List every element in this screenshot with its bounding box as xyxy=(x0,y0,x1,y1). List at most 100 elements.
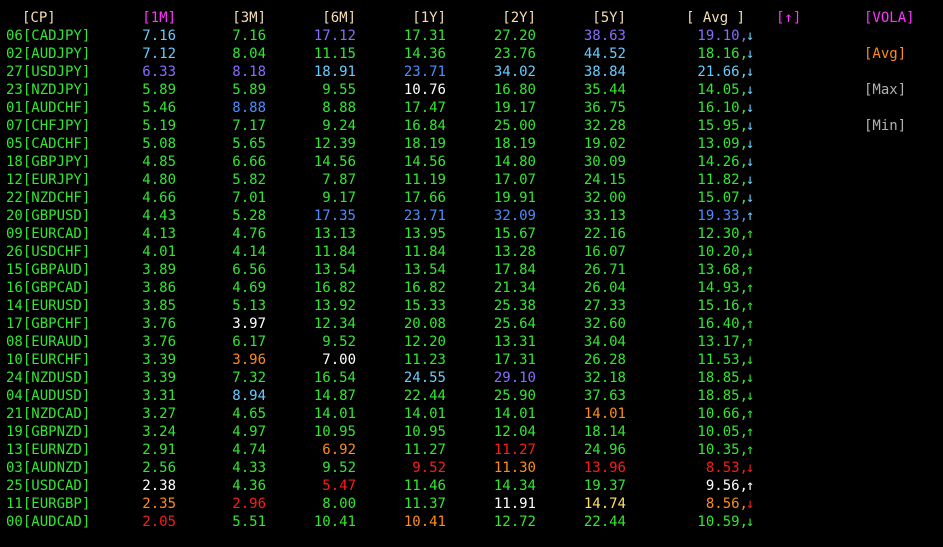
currency-pair: 16[GBPCAD] xyxy=(6,280,91,296)
trend-arrow-icon: ↓ xyxy=(746,82,755,98)
value-2y: 12.04 xyxy=(493,424,536,440)
sort-by-max-button[interactable]: [Max] xyxy=(864,81,936,99)
header-1y[interactable]: [1Y] xyxy=(360,9,446,27)
value-5y: 22.44 xyxy=(583,514,626,530)
value-6m: 11.84 xyxy=(313,244,356,260)
value-3m: 3.96 xyxy=(232,352,266,368)
value-1m: 6.33 xyxy=(142,64,176,80)
value-3m: 4.36 xyxy=(232,478,266,494)
table-row: 23[NZDJPY] 5.89 5.89 9.55 10.76 16.80 35.44 14.… xyxy=(0,81,943,99)
currency-pair: 26[USDCHF] xyxy=(6,244,91,260)
value-3m: 7.32 xyxy=(232,370,266,386)
value-3m: 5.13 xyxy=(232,298,266,314)
value-5y: 32.00 xyxy=(583,190,626,206)
value-2y: 25.38 xyxy=(493,298,536,314)
value-6m: 14.01 xyxy=(313,406,356,422)
value-1y: 10.95 xyxy=(403,424,446,440)
value-2y: 11.27 xyxy=(493,442,536,458)
table-row: 09[EURCAD] 4.13 4.76 13.13 13.95 15.67 22.16 12… xyxy=(0,225,943,243)
value-1m: 2.91 xyxy=(142,442,176,458)
sort-order-toggle[interactable]: [↑] xyxy=(776,9,812,27)
value-2y: 27.20 xyxy=(493,28,536,44)
header-cp[interactable]: [CP] xyxy=(6,9,90,27)
trend-arrow-icon: ↓ xyxy=(746,496,755,512)
value-avg: 13.68, xyxy=(697,262,748,278)
value-2y: 25.00 xyxy=(493,118,536,134)
header-2y[interactable]: [2Y] xyxy=(450,9,536,27)
value-1y: 14.01 xyxy=(403,406,446,422)
value-6m: 17.12 xyxy=(313,28,356,44)
sort-by-min-button[interactable]: [Min] xyxy=(864,117,936,135)
value-avg: 14.05, xyxy=(697,82,748,98)
header-5y[interactable]: [5Y] xyxy=(540,9,626,27)
value-6m: 7.87 xyxy=(322,172,356,188)
value-1m: 4.13 xyxy=(142,226,176,242)
value-1m: 5.89 xyxy=(142,82,176,98)
header-6m[interactable]: [6M] xyxy=(270,9,356,27)
value-2y: 32.09 xyxy=(493,208,536,224)
value-5y: 14.01 xyxy=(583,406,626,422)
value-2y: 17.07 xyxy=(493,172,536,188)
value-1m: 2.38 xyxy=(142,478,176,494)
value-1y: 17.47 xyxy=(403,100,446,116)
value-2y: 23.76 xyxy=(493,46,536,62)
value-3m: 4.14 xyxy=(232,244,266,260)
trend-arrow-icon: ↑ xyxy=(746,316,755,332)
currency-pair: 01[AUDCHF] xyxy=(6,100,91,116)
value-5y: 38.84 xyxy=(583,64,626,80)
value-5y: 24.15 xyxy=(583,172,626,188)
currency-pair: 11[EURGBP] xyxy=(6,496,91,512)
value-2y: 14.80 xyxy=(493,154,536,170)
trend-arrow-icon: ↓ xyxy=(746,370,755,386)
trend-arrow-icon: ↑ xyxy=(746,406,755,422)
currency-pair: 23[NZDJPY] xyxy=(6,82,91,98)
value-5y: 26.28 xyxy=(583,352,626,368)
table-row: 01[AUDCHF] 5.46 8.88 8.88 17.47 19.17 36.75 16.… xyxy=(0,99,943,117)
value-avg: 16.10, xyxy=(697,100,748,116)
value-avg: 10.66, xyxy=(697,406,748,422)
value-1y: 14.36 xyxy=(403,46,446,62)
value-3m: 8.04 xyxy=(232,46,266,62)
table-row: 10[EURCHF] 3.39 3.96 7.00 11.23 17.31 26.28 11.… xyxy=(0,351,943,369)
value-6m: 13.92 xyxy=(313,298,356,314)
value-avg: 12.30, xyxy=(697,226,748,242)
value-6m: 13.54 xyxy=(313,262,356,278)
value-1y: 11.23 xyxy=(403,352,446,368)
value-1y: 17.31 xyxy=(403,28,446,44)
value-1m: 3.39 xyxy=(142,352,176,368)
value-1m: 2.05 xyxy=(142,514,176,530)
sort-by-avg-button[interactable]: [Avg] xyxy=(864,45,936,63)
header-avg[interactable]: [ Avg ] xyxy=(686,9,746,27)
table-row: 24[NZDUSD] 3.39 7.32 16.54 24.55 29.10 32.18 18… xyxy=(0,369,943,387)
value-3m: 5.28 xyxy=(232,208,266,224)
currency-pair: 17[GBPCHF] xyxy=(6,316,91,332)
value-5y: 35.44 xyxy=(583,82,626,98)
value-avg: 9.56, xyxy=(705,478,748,494)
value-6m: 16.54 xyxy=(313,370,356,386)
value-6m: 13.13 xyxy=(313,226,356,242)
value-3m: 5.51 xyxy=(232,514,266,530)
value-6m: 9.24 xyxy=(322,118,356,134)
value-3m: 4.74 xyxy=(232,442,266,458)
value-1m: 3.76 xyxy=(142,334,176,350)
value-1y: 9.52 xyxy=(412,460,446,476)
currency-pair: 15[GBPAUD] xyxy=(6,262,91,278)
vola-mode-button[interactable]: [VOLA] xyxy=(864,9,936,27)
header-3m[interactable]: [3M] xyxy=(180,9,266,27)
value-1y: 17.66 xyxy=(403,190,446,206)
value-3m: 8.88 xyxy=(232,100,266,116)
header-1m[interactable]: [1M] xyxy=(90,9,176,27)
table-row: 15[GBPAUD] 3.89 6.56 13.54 13.54 17.84 26.71 13… xyxy=(0,261,943,279)
currency-pair: 13[EURNZD] xyxy=(6,442,91,458)
table-row: 14[EURUSD] 3.85 5.13 13.92 15.33 25.38 27.33 15… xyxy=(0,297,943,315)
value-3m: 2.96 xyxy=(232,496,266,512)
currency-pair: 06[CADJPY] xyxy=(6,28,91,44)
trend-arrow-icon: ↓ xyxy=(746,64,755,80)
value-1m: 5.19 xyxy=(142,118,176,134)
value-1y: 10.76 xyxy=(403,82,446,98)
value-2y: 13.31 xyxy=(493,334,536,350)
value-1m: 7.12 xyxy=(142,46,176,62)
value-3m: 6.17 xyxy=(232,334,266,350)
value-6m: 12.34 xyxy=(313,316,356,332)
value-5y: 19.37 xyxy=(583,478,626,494)
